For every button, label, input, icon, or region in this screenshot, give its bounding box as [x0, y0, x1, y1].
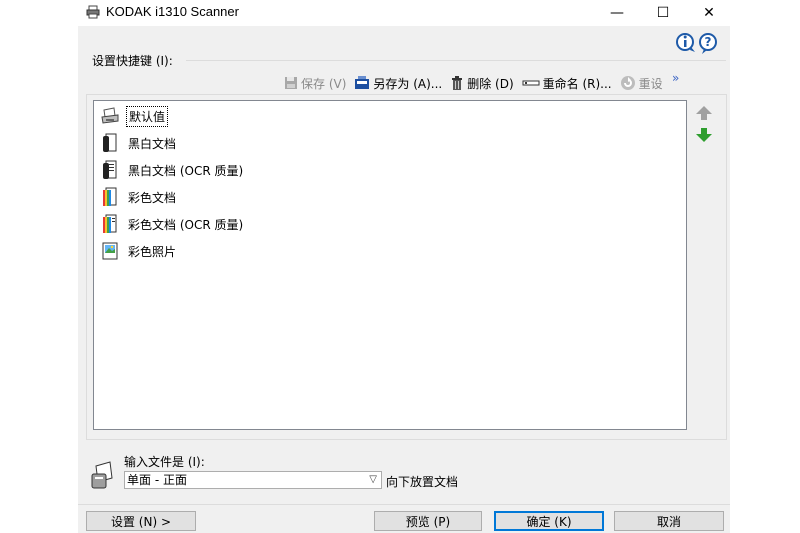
ok-label: 确定 (K)	[526, 514, 572, 529]
list-item-label: 黑白文档 (OCR 质量)	[128, 163, 244, 178]
close-icon: ✕	[703, 5, 715, 21]
list-item-label: 默认值	[126, 105, 169, 127]
list-item[interactable]: 彩色文档 (OCR 质量)	[100, 213, 245, 235]
list-item-label: 彩色文档	[128, 190, 177, 205]
input-side-select[interactable]: 单面 - 正面 ▽	[124, 471, 382, 489]
preview-button[interactable]: 预览 (P)	[374, 511, 482, 531]
color-document-ocr-icon	[103, 214, 117, 233]
list-item[interactable]: 默认值	[100, 105, 169, 127]
save-as-label: 另存为 (A)...	[373, 76, 443, 91]
save-as-icon	[355, 76, 370, 89]
save-as-button[interactable]: 另存为 (A)...	[354, 75, 442, 92]
printer-icon	[86, 5, 100, 19]
delete-button[interactable]: 删除 (D)	[450, 75, 514, 92]
reset-icon	[620, 76, 635, 90]
rename-button[interactable]: 重命名 (R)...	[522, 75, 612, 92]
footer-divider	[78, 504, 730, 505]
help-icon[interactable]: ?	[699, 33, 717, 54]
bw-document-icon	[103, 133, 117, 152]
list-item-label: 彩色照片	[128, 244, 177, 259]
scanner-dialog: KODAK i1310 Scanner — ☐ ✕ ? 设置快捷键 (I): 保…	[78, 0, 730, 533]
list-item[interactable]: 彩色照片	[100, 240, 178, 262]
toolbar: 保存 (V) 另存为 (A)... 删除 (D) 重命名 (R)... 重设	[284, 73, 671, 93]
ok-button[interactable]: 确定 (K)	[494, 511, 604, 531]
reset-label: 重设	[638, 76, 663, 91]
document-feed-icon	[91, 461, 113, 489]
minimize-icon: —	[610, 5, 624, 21]
help-icons: ?	[674, 30, 722, 56]
shortcut-list[interactable]: 默认值 黑白文档 黑白文档 (OCR 质量) 彩色文档 彩色文档 (OCR 质量…	[93, 100, 687, 430]
feed-direction-hint: 向下放置文档	[386, 475, 459, 489]
bw-document-ocr-icon	[103, 160, 117, 179]
list-item[interactable]: 黑白文档 (OCR 质量)	[100, 159, 245, 181]
cancel-label: 取消	[656, 514, 681, 529]
floppy-icon	[285, 77, 297, 89]
list-item[interactable]: 黑白文档	[100, 132, 178, 154]
close-button[interactable]: ✕	[686, 0, 732, 26]
cancel-button[interactable]: 取消	[614, 511, 724, 531]
scanner-icon	[101, 107, 119, 124]
maximize-icon: ☐	[656, 5, 670, 21]
delete-label: 删除 (D)	[467, 76, 514, 91]
list-item-label: 黑白文档	[128, 136, 177, 151]
title-bar: KODAK i1310 Scanner — ☐ ✕	[78, 0, 730, 26]
minimize-button[interactable]: —	[594, 0, 640, 26]
save-button[interactable]: 保存 (V)	[284, 75, 346, 92]
maximize-button[interactable]: ☐	[640, 0, 686, 26]
group-divider	[186, 60, 726, 61]
rename-icon	[522, 80, 540, 86]
svg-text:?: ?	[705, 35, 712, 49]
chevron-down-icon: ▽	[369, 474, 377, 485]
move-down-arrow-icon[interactable]	[694, 126, 714, 144]
input-side-value: 单面 - 正面	[127, 473, 187, 487]
list-item-label: 彩色文档 (OCR 质量)	[128, 217, 244, 232]
color-document-icon	[103, 187, 117, 206]
trash-icon	[452, 76, 463, 90]
window-title: KODAK i1310 Scanner	[106, 4, 239, 19]
settings-button[interactable]: 设置 (N) >	[86, 511, 196, 531]
color-photo-icon	[102, 242, 118, 260]
settings-label: 设置 (N) >	[110, 514, 172, 529]
preview-label: 预览 (P)	[405, 514, 451, 529]
info-icon[interactable]	[676, 33, 695, 52]
input-file-label: 输入文件是 (I):	[124, 455, 205, 469]
shortcut-group-label: 设置快捷键 (I):	[92, 54, 173, 68]
reset-button[interactable]: 重设	[620, 75, 663, 92]
save-label: 保存 (V)	[301, 76, 347, 91]
toolbar-overflow-button[interactable]: »	[672, 71, 679, 85]
move-up-arrow-icon[interactable]	[694, 104, 714, 122]
rename-label: 重命名 (R)...	[542, 76, 612, 91]
list-item[interactable]: 彩色文档	[100, 186, 178, 208]
